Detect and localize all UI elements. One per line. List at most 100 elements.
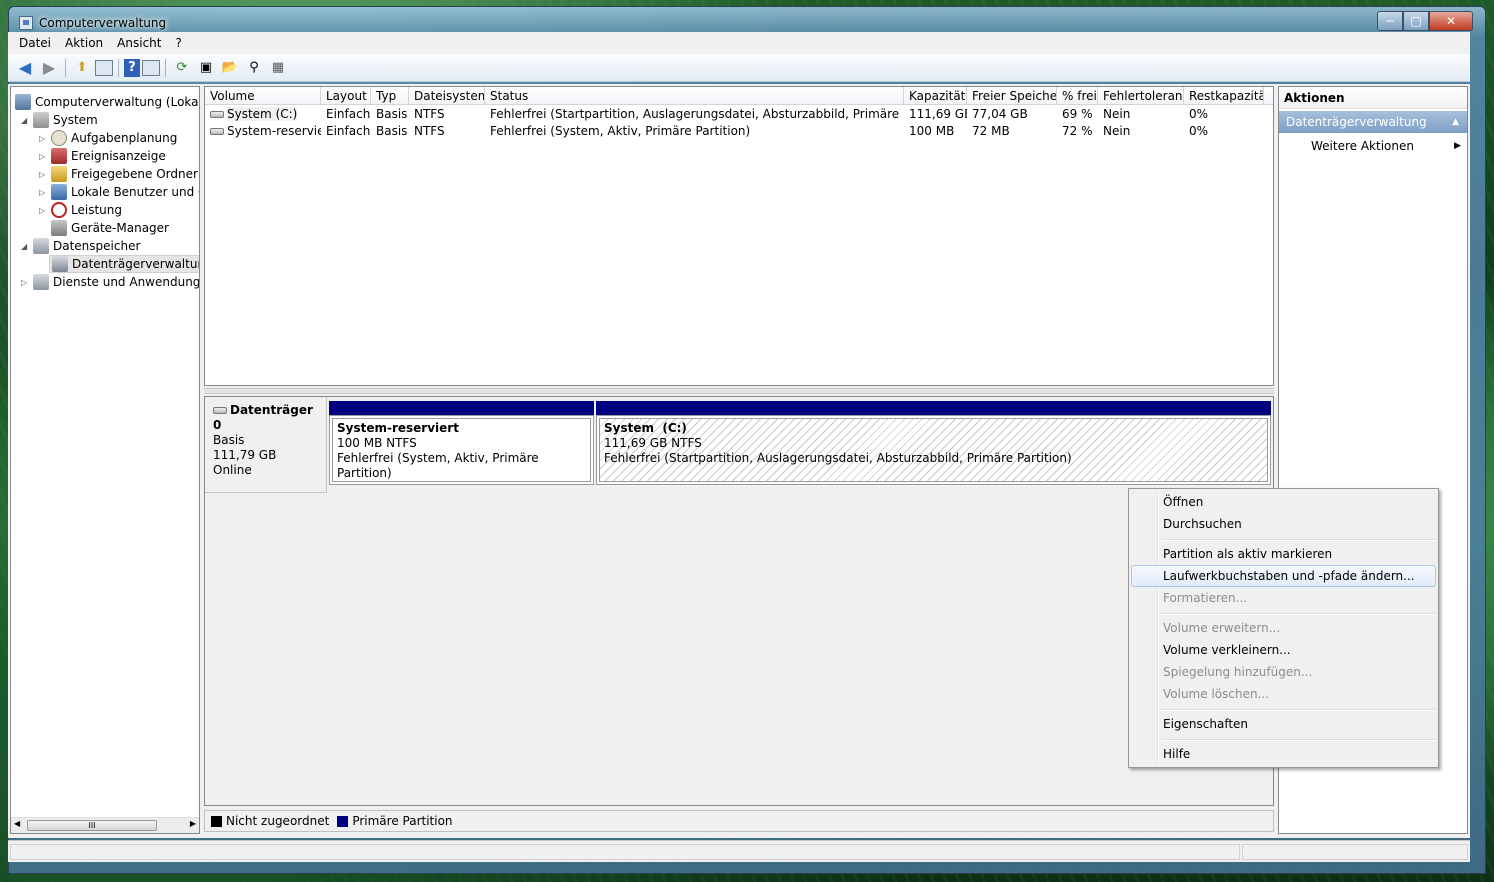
collapse-up-icon[interactable]: ▲ <box>1452 111 1459 133</box>
actions-more-item[interactable]: Weitere Aktionen ▶ <box>1279 135 1467 157</box>
tree-item-datentraegerverwaltung[interactable]: Datenträgerverwaltung <box>49 255 200 273</box>
scroll-right-icon[interactable]: ▶ <box>190 819 196 828</box>
tree-item-system[interactable]: ◢ System <box>21 111 98 129</box>
cell-prozent-frei: 72 % <box>1062 124 1093 138</box>
tree-label: Aufgabenplanung <box>71 131 178 145</box>
forward-icon[interactable]: ▶ <box>38 57 60 79</box>
status-segment <box>10 844 1240 860</box>
menu-item-laufwerkbuchstaben[interactable]: Laufwerkbuchstaben und -pfade ändern... <box>1131 565 1436 587</box>
search-icon[interactable]: ⚲ <box>243 57 265 79</box>
volume-list: Volume Layout Typ Dateisystem Status Kap… <box>204 86 1274 386</box>
menu-item-eigenschaften[interactable]: Eigenschaften <box>1131 713 1436 735</box>
partition-status: Fehlerfrei (Startpartition, Auslagerungs… <box>604 451 1072 465</box>
tree-item-leistung[interactable]: ▷ Leistung <box>39 201 122 219</box>
computer-icon <box>15 94 31 110</box>
properties-icon[interactable]: ▣ <box>195 57 217 79</box>
column-header-prozent-frei[interactable]: % frei <box>1057 87 1098 105</box>
status-bar <box>8 840 1470 862</box>
tree-item-datenspeicher[interactable]: ◢ Datenspeicher <box>21 237 140 255</box>
help-icon[interactable]: ? <box>124 58 140 77</box>
cell-status: Fehlerfrei (Startpartition, Auslagerungs… <box>490 107 904 121</box>
menu-item-formatieren[interactable]: Formatieren... <box>1131 587 1436 609</box>
tree-item-aufgabenplanung[interactable]: ▷ Aufgabenplanung <box>39 129 177 147</box>
toolbar-separator <box>165 58 166 77</box>
minimize-button[interactable]: ─ <box>1377 11 1403 31</box>
partition-size: 111,69 GB NTFS <box>604 436 702 450</box>
collapse-icon[interactable]: ◢ <box>21 116 31 125</box>
column-header-fehlertoleranz[interactable]: Fehlertoleranz <box>1098 87 1184 105</box>
scroll-left-icon[interactable]: ◀ <box>14 819 20 828</box>
column-header-status[interactable]: Status <box>485 87 904 105</box>
partition-system-c[interactable]: System (C:) 111,69 GB NTFS Fehlerfrei (S… <box>596 415 1271 485</box>
tree-item-benutzer[interactable]: ▷ Lokale Benutzer und Gru <box>39 183 199 201</box>
close-button[interactable]: ✕ <box>1429 11 1473 31</box>
column-header-restkapazitaet[interactable]: Restkapazität <box>1184 87 1264 105</box>
menu-item-oeffnen[interactable]: Öffnen <box>1131 491 1436 513</box>
actions-section-datentraegerverwaltung[interactable]: Datenträgerverwaltung ▲ <box>1279 111 1467 133</box>
column-header-freier-speicher[interactable]: Freier Speicher <box>967 87 1057 105</box>
show-hide-action-icon[interactable] <box>142 59 160 76</box>
column-header-dateisystem[interactable]: Dateisystem <box>409 87 485 105</box>
column-header-volume[interactable]: Volume <box>205 87 321 105</box>
menu-aktion[interactable]: Aktion <box>58 36 110 50</box>
actions-more-label: Weitere Aktionen <box>1311 139 1414 153</box>
menu-item-hilfe[interactable]: Hilfe <box>1131 743 1436 765</box>
computer-management-icon <box>19 16 33 30</box>
tree-item-ereignisanzeige[interactable]: ▷ Ereignisanzeige <box>39 147 166 165</box>
table-row[interactable]: System-reserviert Einfach Basis NTFS Feh… <box>205 123 1273 140</box>
scroll-thumb[interactable]: III <box>27 820 157 831</box>
disk-size: 111,79 GB <box>213 448 277 462</box>
tree-item-geraete[interactable]: Geräte-Manager <box>51 219 169 237</box>
tree-label: Geräte-Manager <box>71 221 169 235</box>
pane-splitter[interactable] <box>204 388 1274 394</box>
cell-dateisystem: NTFS <box>414 107 445 121</box>
menu-ansicht[interactable]: Ansicht <box>110 36 168 50</box>
tree-item-root[interactable]: Computerverwaltung (Lokal) <box>15 93 199 111</box>
collapse-icon[interactable]: ◢ <box>21 242 31 251</box>
tree-label: Datenspeicher <box>53 239 141 253</box>
menu-item-volume-loeschen[interactable]: Volume löschen... <box>1131 683 1436 705</box>
column-header-layout[interactable]: Layout <box>321 87 371 105</box>
menu-datei[interactable]: Datei <box>12 36 58 50</box>
menu-item-spiegelung[interactable]: Spiegelung hinzufügen... <box>1131 661 1436 683</box>
expand-icon[interactable]: ▷ <box>39 206 49 215</box>
show-hide-tree-icon[interactable] <box>95 59 113 76</box>
actions-section-label: Datenträgerverwaltung <box>1286 115 1427 129</box>
column-header-kapazitaet[interactable]: Kapazität <box>904 87 967 105</box>
up-icon[interactable]: ⬆ <box>71 57 93 79</box>
menu-item-volume-verkleinern[interactable]: Volume verkleinern... <box>1131 639 1436 661</box>
expand-icon[interactable]: ▷ <box>21 278 31 287</box>
clock-icon <box>51 130 67 146</box>
menu-item-partition-aktiv[interactable]: Partition als aktiv markieren <box>1131 543 1436 565</box>
cell-freier-speicher: 72 MB <box>972 124 1010 138</box>
disk-info[interactable]: Datenträger 0 Basis 111,79 GB Online <box>205 397 327 493</box>
menu-separator <box>1161 539 1436 541</box>
expand-icon[interactable]: ▷ <box>39 134 49 143</box>
tree-item-dienste[interactable]: ▷ Dienste und Anwendungen <box>21 273 200 291</box>
partition-title: System-reserviert <box>337 421 459 435</box>
tree-label: Datenträgerverwaltung <box>72 257 200 271</box>
table-row[interactable]: System (C:) Einfach Basis NTFS Fehlerfre… <box>205 106 1273 123</box>
expand-icon[interactable]: ▷ <box>39 152 49 161</box>
back-icon[interactable]: ◀ <box>14 57 36 79</box>
tree-label: Leistung <box>71 203 122 217</box>
close-icon: ✕ <box>1445 14 1457 28</box>
column-header-typ[interactable]: Typ <box>371 87 409 105</box>
partition-bar-primary <box>596 401 1271 415</box>
export-icon[interactable]: ▦ <box>267 57 289 79</box>
partition-content: System-reserviert 100 MB NTFS Fehlerfrei… <box>332 418 591 482</box>
menu-item-durchsuchen[interactable]: Durchsuchen <box>1131 513 1436 535</box>
menu-item-volume-erweitern[interactable]: Volume erweitern... <box>1131 617 1436 639</box>
minimize-icon: ─ <box>1386 14 1394 28</box>
expand-icon[interactable]: ▷ <box>39 170 49 179</box>
tree-horizontal-scrollbar[interactable]: ◀ III ▶ <box>11 817 199 833</box>
refresh-icon[interactable]: ⟳ <box>171 57 193 79</box>
tree-item-freigaben[interactable]: ▷ Freigegebene Ordner <box>39 165 198 183</box>
menu-help[interactable]: ? <box>168 36 188 50</box>
tree-label: Dienste und Anwendungen <box>53 275 200 289</box>
partition-system-reserved[interactable]: System-reserviert 100 MB NTFS Fehlerfrei… <box>329 415 594 485</box>
expand-icon[interactable]: ▷ <box>39 188 49 197</box>
maximize-button[interactable]: □ <box>1403 11 1429 31</box>
open-folder-icon[interactable]: 📂 <box>219 57 241 79</box>
center-pane: Volume Layout Typ Dateisystem Status Kap… <box>204 86 1274 834</box>
